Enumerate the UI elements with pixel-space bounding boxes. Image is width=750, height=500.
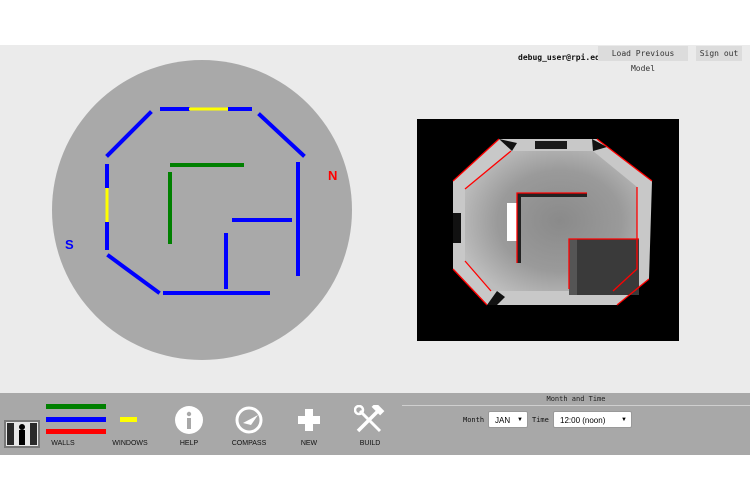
plus-icon [298,409,320,431]
month-value: JAN [495,416,511,425]
render-view [417,119,679,341]
wall-swatch-red[interactable] [46,429,106,434]
dropdown-arrow-icon: ▼ [517,417,523,423]
time-select[interactable]: 12:00 (noon) ▼ [553,411,632,428]
build-label: BUILD [359,440,381,447]
window-swatch[interactable] [120,417,137,422]
month-time-title: Month and Time [546,395,606,403]
help-label: HELP [179,440,199,447]
info-icon [175,406,203,434]
exterior-wall-swatch[interactable] [46,417,106,422]
interior-wall-swatch[interactable] [46,404,106,409]
month-time-divider [402,405,750,406]
walls-label: WALLS [51,440,75,447]
windows-label: WINDOWS [112,440,148,447]
month-select[interactable]: JAN ▼ [488,411,528,428]
dropdown-arrow-icon: ▼ [621,417,627,423]
compass-label: COMPASS [231,440,267,447]
load-previous-model-button[interactable]: Load Previous Model [598,46,688,73]
render-image [452,138,653,306]
floorplan-canvas[interactable] [50,58,354,362]
compass-icon [235,406,263,434]
user-email: debug_user@rpi.edu [518,53,605,62]
south-indicator: S [65,237,74,252]
sign-out-button[interactable]: Sign out [696,46,742,61]
time-value: 12:00 (noon) [560,416,606,425]
month-label: Month [463,416,485,424]
north-indicator: N [328,168,338,183]
new-label: NEW [300,440,318,447]
hammer-wrench-icon [354,405,385,433]
floorplan-circle [52,60,352,360]
time-label: Time [532,416,549,424]
